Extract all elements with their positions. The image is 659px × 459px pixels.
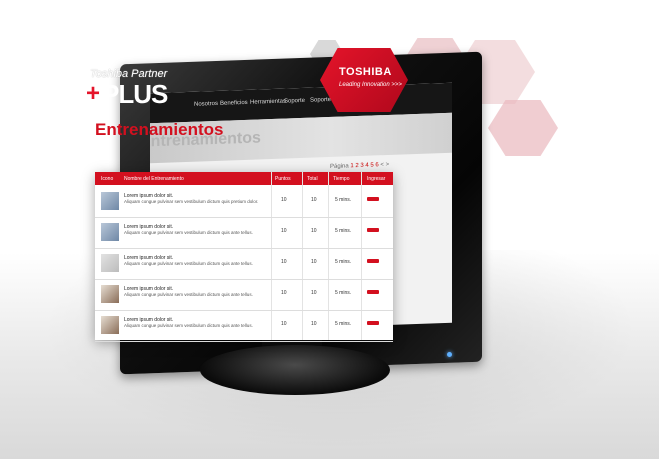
training-points: 10 — [281, 228, 287, 234]
training-time: 5 mins. — [335, 259, 352, 265]
col-header-image: Icono — [101, 176, 114, 182]
training-points: 10 — [281, 197, 287, 203]
training-thumbnail — [101, 285, 119, 303]
nav-item-beneficios[interactable]: Beneficios — [220, 100, 248, 107]
go-arrow-icon[interactable] — [367, 197, 379, 201]
col-header-total: Total — [307, 176, 318, 182]
training-time: 5 mins. — [335, 197, 352, 203]
toshiba-logo-hexagon — [320, 48, 408, 112]
power-led-icon — [447, 352, 452, 357]
nav-item-soporte[interactable]: Soporte — [284, 98, 305, 105]
toshiba-logo: TOSHIBA — [339, 66, 392, 78]
nav-item-herramientas[interactable]: Herramientas — [250, 99, 286, 106]
training-points: 10 — [281, 290, 287, 296]
table-row[interactable]: Lorem ipsum dolor sit. Aliquam congue pu… — [95, 310, 393, 342]
table-row[interactable]: Lorem ipsum dolor sit. Aliquam congue pu… — [95, 248, 393, 280]
go-arrow-icon[interactable] — [367, 290, 379, 294]
training-total: 10 — [311, 321, 317, 327]
training-description: Aliquam congue pulvinar sem vestibulum d… — [124, 292, 253, 297]
col-header-points: Puntos — [275, 176, 291, 182]
page-title: Entrenamientos — [95, 120, 224, 139]
table-row[interactable]: Lorem ipsum dolor sit. Aliquam congue pu… — [95, 279, 393, 311]
monitor-base — [200, 345, 390, 395]
training-thumbnail — [101, 316, 119, 334]
toshiba-tagline: Leading Innovation >>> — [339, 82, 402, 88]
training-thumbnail — [101, 223, 119, 241]
training-description: Aliquam congue pulvinar sem vestibulum d… — [124, 199, 259, 204]
col-header-name: Nombre del Entrenamiento — [124, 176, 184, 182]
plus-logo: PLUS — [102, 79, 168, 109]
table-row[interactable]: Lorem ipsum dolor sit. Aliquam congue pu… — [95, 186, 393, 218]
pager-numbers[interactable]: 1 2 3 4 5 6 — [350, 162, 378, 169]
training-time: 5 mins. — [335, 321, 352, 327]
go-arrow-icon[interactable] — [367, 228, 379, 232]
training-time: 5 mins. — [335, 228, 352, 234]
training-total: 10 — [311, 228, 317, 234]
training-points: 10 — [281, 321, 287, 327]
col-header-time: Tiempo — [333, 176, 350, 182]
training-time: 5 mins. — [335, 290, 352, 296]
training-thumbnail — [101, 254, 119, 272]
pager-label: Página — [330, 163, 349, 170]
col-header-go: Ingresar — [367, 176, 386, 182]
nav-item-nosotros[interactable]: Nosotros — [194, 101, 218, 108]
training-thumbnail — [101, 192, 119, 210]
training-description: Aliquam congue pulvinar sem vestibulum d… — [124, 323, 253, 328]
pagination: Página 1 2 3 4 5 6 < > — [330, 162, 389, 170]
plus-sign-icon: + — [86, 80, 101, 107]
training-total: 10 — [311, 259, 317, 265]
training-description: Aliquam congue pulvinar sem vestibulum d… — [124, 230, 253, 235]
table-header: Icono Nombre del Entrenamiento Puntos To… — [95, 172, 393, 185]
training-total: 10 — [311, 197, 317, 203]
training-total: 10 — [311, 290, 317, 296]
training-points: 10 — [281, 259, 287, 265]
table-row[interactable]: Lorem ipsum dolor sit. Aliquam congue pu… — [95, 217, 393, 249]
training-table: Icono Nombre del Entrenamiento Puntos To… — [95, 172, 393, 342]
training-description: Aliquam congue pulvinar sem vestibulum d… — [124, 261, 253, 266]
nav-item-soporte-2[interactable]: Soporte — [310, 97, 331, 104]
go-arrow-icon[interactable] — [367, 259, 379, 263]
go-arrow-icon[interactable] — [367, 321, 379, 325]
pager-next-icon[interactable]: > — [386, 162, 390, 168]
pager-prev-icon[interactable]: < — [380, 162, 384, 168]
